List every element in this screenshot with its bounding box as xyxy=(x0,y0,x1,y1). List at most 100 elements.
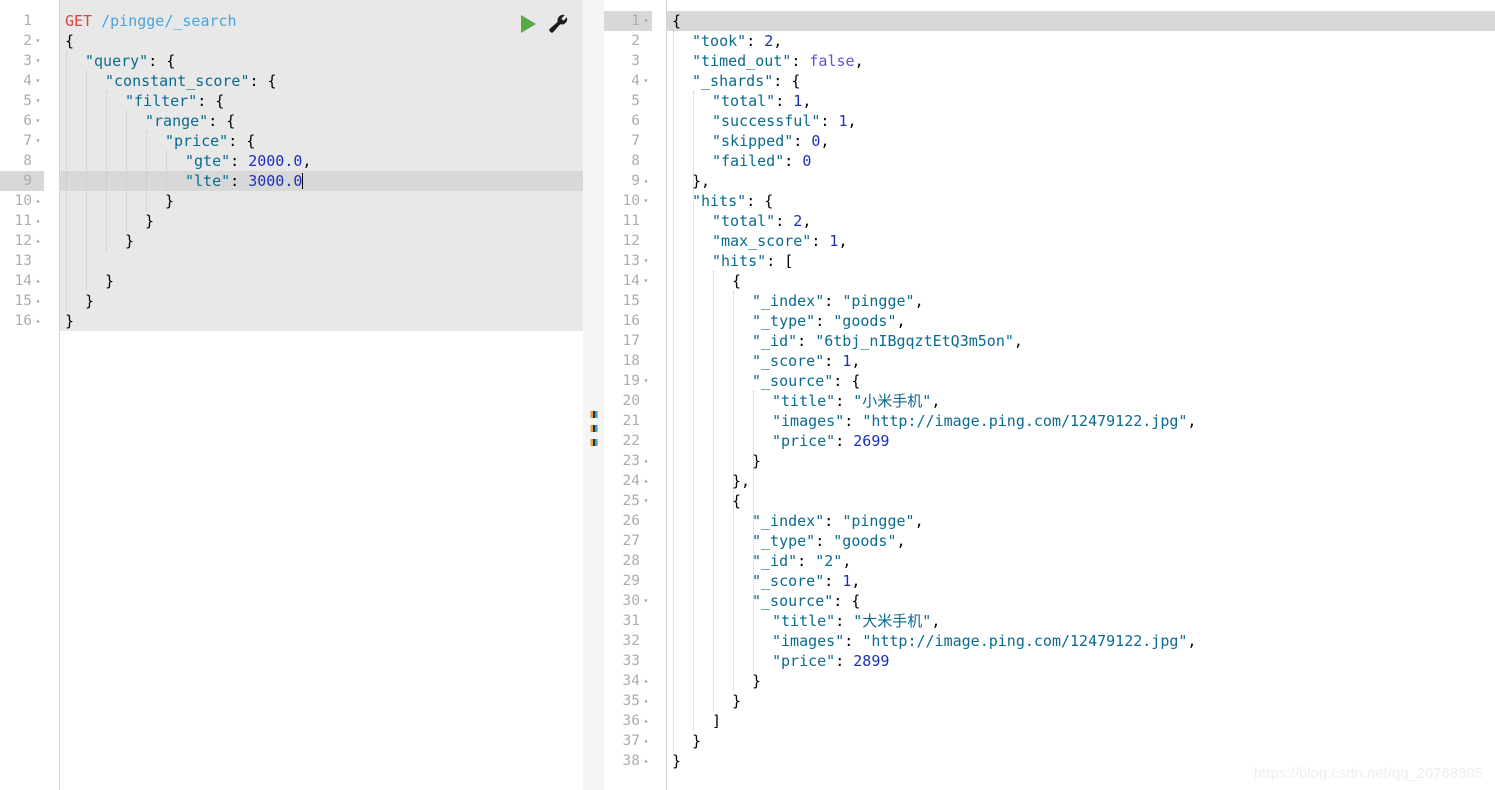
line-number: 18 xyxy=(622,353,640,369)
chevron-down-icon[interactable]: ▾ xyxy=(32,31,44,51)
request-editor[interactable]: 1 2 ▾ 3 ▾ 4 ▾ 5 ▾ 6 ▾ 7 ▾ 8 9 10 ▴ 11 ▴ 12 ▴ 13 14 ▴ 15 ▴ 16 ▴ GET … xyxy=(0,0,583,790)
code-line: } xyxy=(692,732,702,750)
chevron-down-icon[interactable]: ▾ xyxy=(640,71,652,91)
chevron-down-icon[interactable]: ▾ xyxy=(32,71,44,91)
code-line: "lte": 3000.0 xyxy=(185,172,304,190)
line-number: 16 xyxy=(622,313,640,329)
line-number: 6 xyxy=(631,113,640,129)
code-line: "_score": 1, xyxy=(752,572,861,590)
response-code[interactable]: {"took": 2, "timed_out": false, "_shards":… xyxy=(667,0,1495,790)
chevron-down-icon[interactable]: ▾ xyxy=(640,591,652,611)
line-number: 35 ▴ xyxy=(604,691,652,711)
chevron-down-icon[interactable]: ▾ xyxy=(640,251,652,271)
code-line: "skipped": 0, xyxy=(712,132,830,150)
line-number: 15 ▴ xyxy=(0,291,44,311)
chevron-up-icon[interactable]: ▴ xyxy=(640,731,652,751)
line-number: 20 xyxy=(622,393,640,409)
code-line: "gte": 2000.0, xyxy=(185,152,312,170)
indent-guide xyxy=(166,151,167,191)
chevron-down-icon[interactable]: ▾ xyxy=(32,91,44,111)
line-number: 7 xyxy=(631,133,640,149)
chevron-up-icon[interactable]: ▴ xyxy=(32,311,44,331)
chevron-up-icon[interactable]: ▴ xyxy=(32,211,44,231)
chevron-up-icon[interactable]: ▴ xyxy=(640,671,652,691)
chevron-up-icon[interactable]: ▴ xyxy=(640,451,652,471)
chevron-up-icon[interactable]: ▴ xyxy=(640,711,652,731)
code-line: "images": "http://image.ping.com/1247912… xyxy=(772,632,1197,650)
code-line: "total": 1, xyxy=(712,92,812,110)
chevron-down-icon[interactable]: ▾ xyxy=(640,11,652,31)
code-line: } xyxy=(125,232,135,250)
active-line-highlight xyxy=(60,171,583,191)
response-editor[interactable]: 1 ▾ 2 3 4 ▾ 5 6 7 8 9 ▴ 10 ▾ 11 12 13 ▾ 14 ▾ 15 16 17 18 19 ▾ 20 21… xyxy=(604,0,1495,790)
grip-dot xyxy=(590,425,597,432)
watermark: https://blog.csdn.net/qq_20768305 xyxy=(1253,766,1483,782)
line-number: 38 ▴ xyxy=(604,751,652,771)
chevron-up-icon[interactable]: ▴ xyxy=(32,291,44,311)
code-line: } xyxy=(752,452,762,470)
code-line: "total": 2, xyxy=(712,212,812,230)
line-number: 9 xyxy=(0,171,44,191)
code-line: { xyxy=(732,492,742,510)
code-line: } xyxy=(145,212,155,230)
chevron-down-icon[interactable]: ▾ xyxy=(640,271,652,291)
line-number: 10 ▴ xyxy=(0,191,44,211)
chevron-up-icon[interactable]: ▴ xyxy=(32,231,44,251)
chevron-up-icon[interactable]: ▴ xyxy=(32,271,44,291)
chevron-down-icon[interactable]: ▾ xyxy=(32,131,44,151)
line-number: 24 ▴ xyxy=(604,471,652,491)
line-number: 22 xyxy=(622,433,640,449)
line-number: 7 ▾ xyxy=(0,131,44,151)
chevron-down-icon[interactable]: ▾ xyxy=(640,191,652,211)
indent-guide xyxy=(126,111,127,231)
code-line: "hits": [ xyxy=(712,252,794,270)
code-line: "images": "http://image.ping.com/1247912… xyxy=(772,412,1197,430)
chevron-up-icon[interactable]: ▴ xyxy=(32,191,44,211)
chevron-up-icon[interactable]: ▴ xyxy=(640,751,652,771)
code-line: "price": { xyxy=(165,132,256,150)
line-number: 30 ▾ xyxy=(604,591,652,611)
code-line: "hits": { xyxy=(692,192,774,210)
code-line: "_id": "6tbj_nIBgqztEtQ3m5on", xyxy=(752,332,1023,350)
chevron-up-icon[interactable]: ▴ xyxy=(640,691,652,711)
line-number: 9 ▴ xyxy=(604,171,652,191)
line-number: 37 ▴ xyxy=(604,731,652,751)
line-number: 27 xyxy=(622,533,640,549)
code-line: }, xyxy=(692,172,711,190)
line-number: 31 xyxy=(622,613,640,629)
indent-guide xyxy=(86,71,87,291)
line-number: 5 xyxy=(631,93,640,109)
code-line: "successful": 1, xyxy=(712,112,857,130)
line-number: 13 ▾ xyxy=(604,251,652,271)
line-number: 12 xyxy=(622,233,640,249)
chevron-down-icon[interactable]: ▾ xyxy=(640,491,652,511)
chevron-up-icon[interactable]: ▴ xyxy=(640,171,652,191)
line-number: 34 ▴ xyxy=(604,671,652,691)
code-line: "price": 2699 xyxy=(772,432,890,450)
play-icon[interactable] xyxy=(517,13,539,35)
request-code[interactable]: GET /pingge/_search {"query": {"constant_… xyxy=(60,0,583,790)
line-number: 17 xyxy=(622,333,640,349)
chevron-down-icon[interactable]: ▾ xyxy=(640,371,652,391)
chevron-up-icon[interactable]: ▴ xyxy=(640,471,652,491)
resize-grip[interactable] xyxy=(590,411,597,446)
code-line: } xyxy=(732,692,742,710)
indent-guide xyxy=(673,31,674,751)
chevron-down-icon[interactable]: ▾ xyxy=(32,51,44,71)
code-line: "_type": "goods", xyxy=(752,312,906,330)
line-number: 3 xyxy=(631,53,640,69)
line-number: 19 ▾ xyxy=(604,371,652,391)
chevron-down-icon[interactable]: ▾ xyxy=(32,111,44,131)
line-number: 12 ▴ xyxy=(0,231,44,251)
code-line: "_id": "2", xyxy=(752,552,852,570)
text-cursor xyxy=(302,173,304,189)
code-line: }, xyxy=(732,472,751,490)
line-number: 28 xyxy=(622,553,640,569)
code-line: "_shards": { xyxy=(692,72,801,90)
pane-resize-handle[interactable] xyxy=(583,0,604,790)
wrench-icon[interactable] xyxy=(547,13,569,35)
code-line: { xyxy=(672,12,682,30)
line-number: 32 xyxy=(622,633,640,649)
code-line: } xyxy=(65,312,75,330)
code-line: "_score": 1, xyxy=(752,352,861,370)
